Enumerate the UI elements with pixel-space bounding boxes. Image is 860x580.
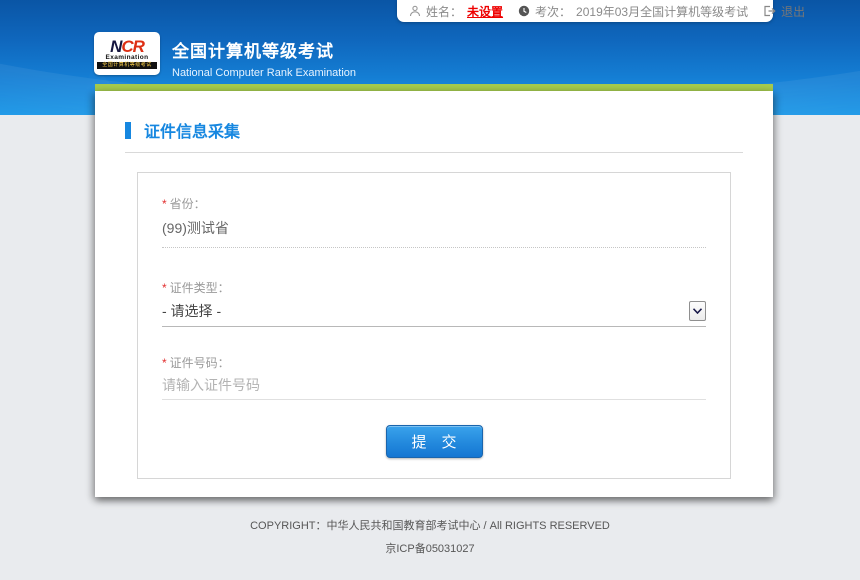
title-divider — [125, 152, 743, 153]
footer-icp: 京ICP备05031027 — [0, 540, 860, 556]
name-label: 姓名： — [426, 3, 462, 20]
content-card: 证件信息采集 *省份： (99)测试省 *证件类型： - 请选择 - — [95, 91, 773, 497]
cert-number-label: 证件号码： — [170, 356, 230, 370]
cert-number-label-row: *证件号码： — [162, 354, 706, 372]
page: 姓名： 未设置 考次： 2019年03月全国计算机等级考试 退出 NCR Exa… — [0, 0, 860, 580]
province-label: 省份： — [170, 197, 206, 211]
top-user-bar: 姓名： 未设置 考次： 2019年03月全国计算机等级考试 退出 — [397, 0, 773, 22]
section-title-accent-bar — [125, 122, 131, 139]
page-title: 证件信息采集 — [144, 118, 240, 142]
section-title-row: 证件信息采集 — [125, 118, 743, 142]
required-mark: * — [162, 356, 167, 370]
green-accent-stripe — [95, 84, 773, 91]
user-icon — [409, 5, 421, 17]
required-mark: * — [162, 281, 167, 295]
province-field: *省份： (99)测试省 — [162, 173, 706, 248]
cert-type-selected-value: - 请选择 - — [162, 301, 221, 321]
site-title-en: National Computer Rank Examination — [172, 67, 356, 79]
logout-icon[interactable] — [763, 5, 776, 17]
cert-number-input[interactable] — [162, 377, 706, 393]
submit-button[interactable]: 提 交 — [386, 425, 483, 458]
province-label-row: *省份： — [162, 195, 706, 213]
id-info-form: *省份： (99)测试省 *证件类型： - 请选择 - * — [137, 172, 731, 479]
footer: COPYRIGHT：中华人民共和国教育部考试中心 / All RIGHTS RE… — [0, 517, 860, 556]
site-title-cn: 全国计算机等级考试 — [172, 37, 356, 62]
logo-ncr-letters: NCR — [110, 39, 144, 54]
exam-session-icon — [518, 5, 530, 17]
session-label: 考次： — [535, 3, 571, 20]
submit-row: 提 交 — [162, 425, 706, 458]
required-mark: * — [162, 197, 167, 211]
name-value-link[interactable]: 未设置 — [467, 3, 503, 20]
logo-strip-text: 全国计算机等级考试 — [97, 62, 157, 69]
footer-copyright: COPYRIGHT：中华人民共和国教育部考试中心 / All RIGHTS RE… — [0, 517, 860, 533]
chevron-down-icon — [693, 308, 702, 314]
session-value: 2019年03月全国计算机等级考试 — [576, 3, 748, 20]
logout-link[interactable]: 退出 — [781, 3, 805, 20]
cert-type-label-row: *证件类型： — [162, 279, 706, 297]
cert-type-select[interactable]: - 请选择 - — [162, 301, 706, 321]
ncre-logo: NCR Examination 全国计算机等级考试 — [94, 32, 160, 75]
logo-examination-text: Examination — [105, 54, 148, 61]
select-dropdown-button[interactable] — [689, 301, 706, 321]
province-value: (99)测试省 — [162, 218, 706, 238]
cert-type-field: *证件类型： - 请选择 - — [162, 248, 706, 327]
cert-type-label: 证件类型： — [170, 281, 230, 295]
header-titles: 全国计算机等级考试 National Computer Rank Examina… — [172, 37, 356, 79]
cert-number-field: *证件号码： — [162, 327, 706, 400]
